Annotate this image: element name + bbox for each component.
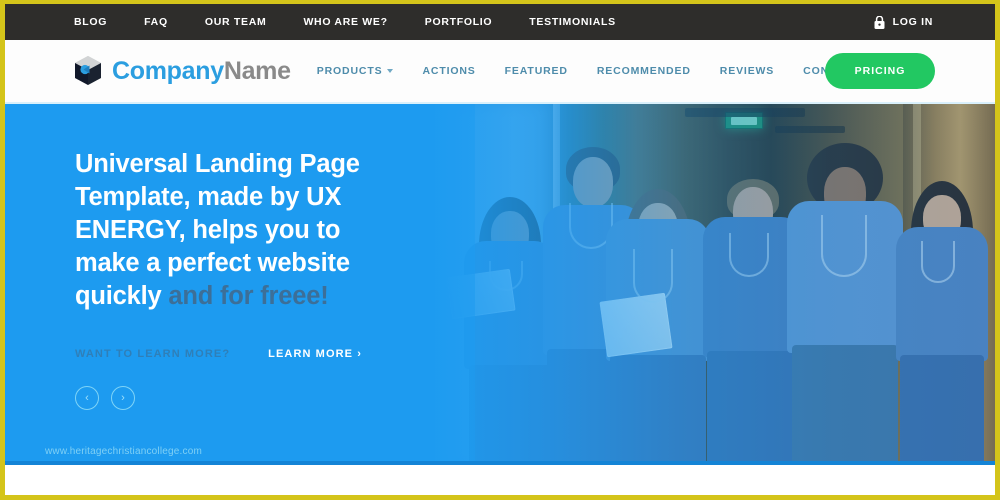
hero-photo-blue-overlay (435, 104, 995, 465)
watermark-text: www.heritagechristiancollege.com (45, 446, 203, 457)
chevron-down-icon (387, 69, 394, 73)
topnav-item-our-team[interactable]: OUR TEAM (205, 16, 267, 28)
main-header: CompanyName PRODUCTS ACTIONS FEATURED RE… (5, 40, 995, 104)
login-button[interactable]: LOG IN (874, 15, 933, 29)
want-to-learn-more-label: WANT TO LEARN MORE? (75, 348, 231, 360)
topnav-item-portfolio[interactable]: PORTFOLIO (425, 16, 493, 28)
hero-section: Universal Landing Page Template, made by… (5, 104, 995, 465)
landing-page: BLOG FAQ OUR TEAM WHO ARE WE? PORTFOLIO … (0, 0, 1000, 500)
topnav-item-faq[interactable]: FAQ (144, 16, 168, 28)
learn-more-link[interactable]: LEARN MORE › (268, 348, 362, 360)
hero-copy: Universal Landing Page Template, made by… (75, 148, 405, 410)
top-nav: BLOG FAQ OUR TEAM WHO ARE WE? PORTFOLIO … (74, 16, 616, 28)
nav-item-products-label: PRODUCTS (316, 65, 383, 77)
hero-bottom-accent (5, 461, 995, 465)
topnav-item-testimonials[interactable]: TESTIMONIALS (529, 16, 616, 28)
hero-photo (435, 104, 995, 465)
nav-item-actions[interactable]: ACTIONS (422, 65, 475, 77)
nav-item-recommended[interactable]: RECOMMENDED (597, 65, 691, 77)
topnav-item-who-are-we[interactable]: WHO ARE WE? (303, 16, 387, 28)
brand-second: Name (223, 56, 291, 85)
lock-icon (874, 15, 885, 29)
nav-item-reviews[interactable]: REVIEWS (720, 65, 774, 77)
brand-text: CompanyName (112, 57, 291, 86)
nav-item-products[interactable]: PRODUCTS (317, 65, 394, 77)
brand-first: Company (112, 56, 224, 85)
top-utility-bar: BLOG FAQ OUR TEAM WHO ARE WE? PORTFOLIO … (5, 4, 995, 40)
hero-headline: Universal Landing Page Template, made by… (75, 148, 405, 313)
nav-item-featured[interactable]: FEATURED (505, 65, 568, 77)
brand[interactable]: CompanyName (73, 55, 291, 87)
page-bottom-area (5, 465, 995, 495)
hero-headline-dim: and for freee! (161, 282, 329, 310)
topnav-item-blog[interactable]: BLOG (74, 16, 107, 28)
main-nav: PRODUCTS ACTIONS FEATURED RECOMMENDED RE… (317, 65, 880, 77)
carousel-next-button[interactable]: › (111, 386, 135, 410)
carousel-controls: ‹ › (75, 386, 405, 410)
cube-logo-icon (73, 55, 103, 87)
hero-cta-row: WANT TO LEARN MORE? LEARN MORE › (75, 348, 405, 360)
login-label: LOG IN (892, 16, 933, 28)
pricing-button[interactable]: PRICING (825, 53, 935, 89)
carousel-prev-button[interactable]: ‹ (75, 386, 99, 410)
